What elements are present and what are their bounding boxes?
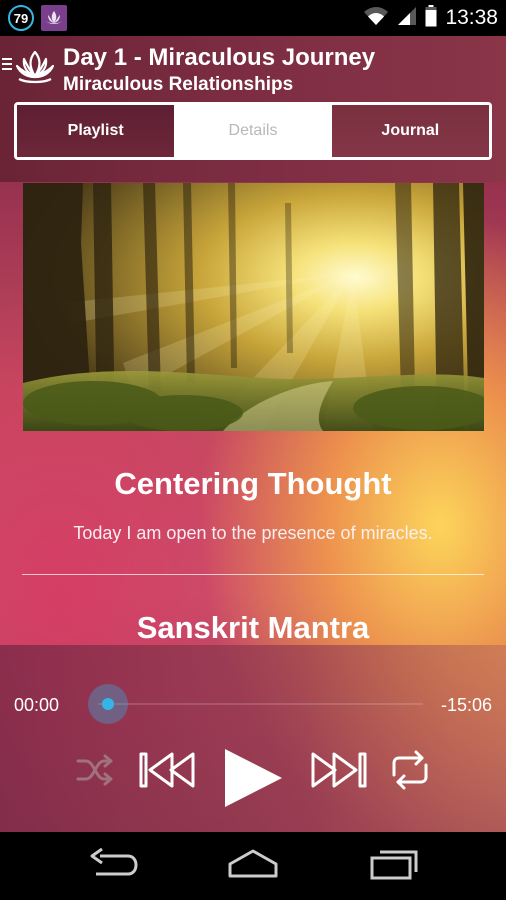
notification-count-badge: 79 <box>8 5 34 31</box>
tab-playlist[interactable]: Playlist <box>17 105 175 157</box>
back-icon[interactable] <box>86 846 138 884</box>
elapsed-time: 00:00 <box>14 695 60 715</box>
forest-sunlight-image <box>23 183 484 431</box>
cell-signal-icon <box>397 6 417 31</box>
audio-player: 00:00 -15:06 <box>0 645 506 832</box>
next-icon[interactable] <box>310 749 368 791</box>
page-title: Day 1 - Miraculous Journey <box>63 44 376 71</box>
recent-apps-icon[interactable] <box>368 846 420 884</box>
navigation-bar <box>0 832 506 900</box>
remaining-time: -15:06 <box>440 695 492 715</box>
page-subtitle: Miraculous Relationships <box>63 74 294 95</box>
seek-bar[interactable] <box>98 703 423 705</box>
repeat-icon[interactable] <box>388 749 432 791</box>
divider <box>22 574 484 575</box>
lotus-logo-icon[interactable] <box>14 46 56 88</box>
app-notification-icon <box>41 5 67 31</box>
seek-thumb[interactable] <box>88 684 128 724</box>
battery-icon <box>425 4 437 32</box>
menu-icon[interactable] <box>2 58 12 73</box>
wifi-icon <box>363 6 389 31</box>
status-bar: 79 13:38 <box>0 0 506 36</box>
play-icon[interactable] <box>220 745 286 811</box>
tab-bar: Playlist Details Journal <box>14 102 492 160</box>
centering-thought-text: Today I am open to the presence of mirac… <box>73 523 433 543</box>
app-screen: Day 1 - Miraculous Journey Miraculous Re… <box>0 36 506 832</box>
tab-journal[interactable]: Journal <box>331 105 489 157</box>
centering-thought-heading: Centering Thought <box>114 466 392 501</box>
header: Day 1 - Miraculous Journey Miraculous Re… <box>0 36 506 182</box>
clock: 13:38 <box>445 6 498 29</box>
sanskrit-mantra-heading: Sanskrit Mantra <box>136 610 370 645</box>
home-icon[interactable] <box>226 846 280 884</box>
shuffle-icon[interactable] <box>74 749 116 791</box>
tab-details[interactable]: Details <box>174 105 332 157</box>
previous-icon[interactable] <box>138 749 196 791</box>
